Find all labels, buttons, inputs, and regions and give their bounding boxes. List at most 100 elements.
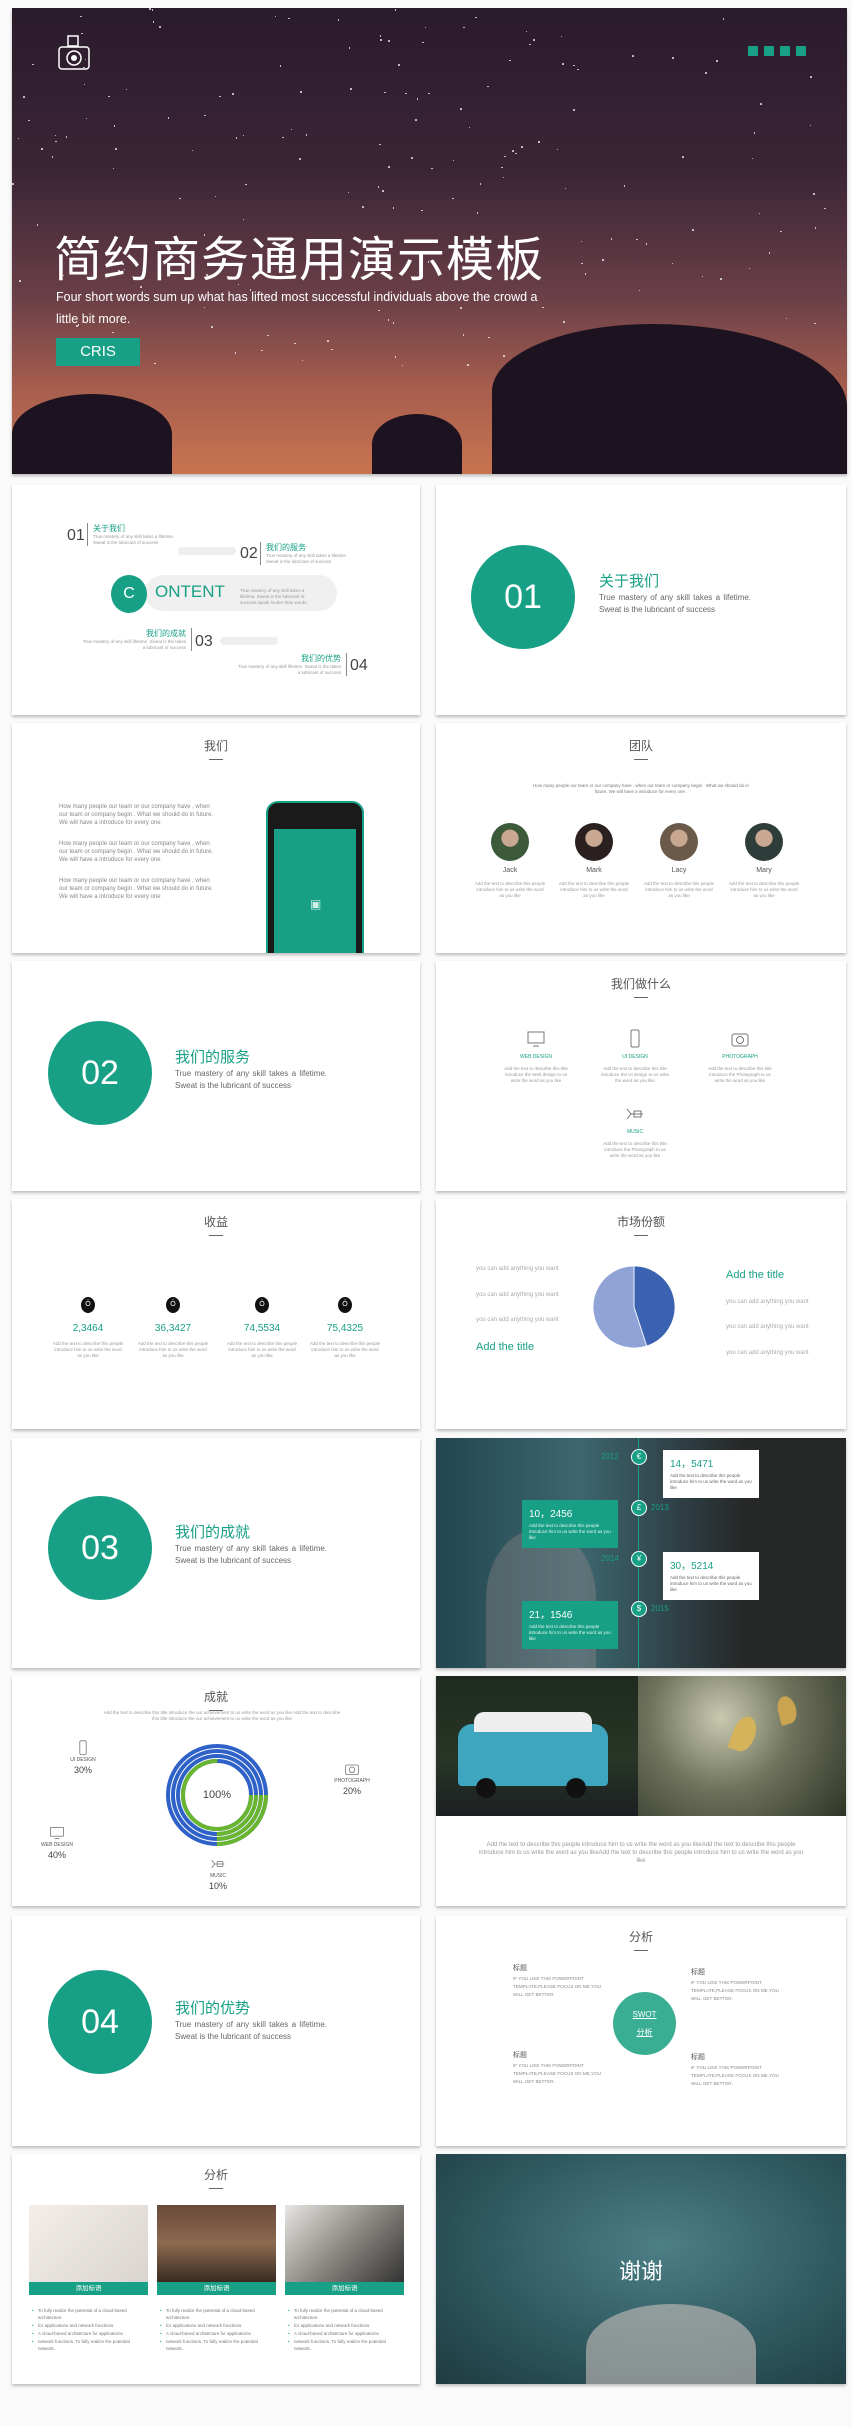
bullet-item: • To fully realize the potential of a clo… bbox=[288, 2308, 383, 2320]
star bbox=[529, 43, 531, 46]
star bbox=[362, 206, 364, 208]
section-slide-04[interactable]: 04 我们的优势 True mastery of any skill takes… bbox=[12, 1916, 420, 2146]
swot-label: 分析 bbox=[636, 2027, 653, 2037]
timeline-value: 14，5471 bbox=[670, 1459, 714, 1470]
revenue-value: 36,3427 bbox=[154, 1323, 192, 1334]
timeline-card: 21，1546 Add the text to describe this pe… bbox=[522, 1601, 618, 1649]
slide-title: 分析 bbox=[12, 2166, 420, 2189]
star bbox=[538, 141, 540, 143]
item-number: 01 bbox=[67, 527, 85, 544]
thanks-slide[interactable]: 谢谢 bbox=[436, 2154, 846, 2384]
bullet-item: • network functions. To fully realize the… bbox=[288, 2339, 386, 2351]
card-bullets: • To fully realize the potential of a clo… bbox=[32, 2307, 144, 2353]
gallery-slide[interactable]: Add the text to describe this people int… bbox=[436, 1676, 846, 1906]
avatar bbox=[660, 823, 698, 861]
star bbox=[234, 352, 237, 354]
star bbox=[382, 190, 384, 192]
currency-icon: $ bbox=[631, 1601, 647, 1617]
star bbox=[476, 212, 479, 214]
section-slide-03[interactable]: 03 我们的成就 True mastery of any skill takes… bbox=[12, 1438, 420, 1668]
monitor-icon bbox=[50, 1827, 64, 1839]
star bbox=[179, 197, 181, 200]
contents-slide[interactable]: 01 关于我们 True mastery of any skill takes a… bbox=[12, 485, 420, 715]
team-slide[interactable]: 团队 How many people our team or our compa… bbox=[436, 723, 846, 953]
star bbox=[584, 273, 587, 275]
monitor-icon bbox=[527, 1031, 545, 1047]
star bbox=[824, 207, 826, 210]
card-label[interactable]: 添加标语 bbox=[157, 2282, 276, 2295]
revenue-desc: Add the text to describe this people int… bbox=[226, 1341, 298, 1358]
star bbox=[54, 134, 57, 137]
services-slide[interactable]: 我们做什么 WEB DESIGN Add the text to describ… bbox=[436, 961, 846, 1191]
star bbox=[809, 124, 812, 127]
star bbox=[337, 19, 340, 21]
star bbox=[282, 136, 284, 139]
achieve-label: UI DESIGN bbox=[70, 1757, 96, 1763]
star bbox=[504, 155, 506, 158]
cris-button[interactable]: CRIS bbox=[56, 338, 140, 366]
section-number-circle: 02 bbox=[48, 1021, 152, 1125]
star bbox=[167, 117, 170, 119]
cover-title: 简约商务通用演示模板 bbox=[54, 232, 545, 288]
star bbox=[810, 76, 812, 78]
service-desc: Add the text to describe this title intr… bbox=[603, 1141, 667, 1158]
star bbox=[112, 167, 115, 170]
market-share-slide[interactable]: 市场份额 you can add anything you want you c… bbox=[436, 1199, 846, 1429]
member-name: Lacy bbox=[671, 867, 687, 874]
star bbox=[214, 195, 217, 198]
star bbox=[384, 91, 386, 94]
star bbox=[80, 15, 82, 18]
swot-slide[interactable]: 分析 SWOT 分析 标题 IF YOU LIKE THIS POWERPOIN… bbox=[436, 1916, 846, 2146]
star bbox=[645, 243, 648, 245]
member-name: Mark bbox=[586, 867, 602, 874]
thanks-title: 谢谢 bbox=[618, 2259, 663, 2284]
star bbox=[501, 166, 503, 169]
star bbox=[300, 91, 302, 93]
star bbox=[274, 15, 277, 18]
section-slide-02[interactable]: 02 我们的服务 True mastery of any skill takes… bbox=[12, 961, 420, 1191]
star bbox=[814, 322, 816, 325]
swot-text: IF YOU LIKE THIS POWERPOINT TEMPLATE,PLE… bbox=[691, 2065, 779, 2086]
item-number: 03 bbox=[195, 633, 213, 650]
card-photo bbox=[157, 2205, 276, 2282]
section-slide-01[interactable]: 01 关于我们 True mastery of any skill takes … bbox=[436, 485, 846, 715]
item-desc: True mastery of any skill lifetime. Swea… bbox=[237, 664, 341, 675]
star bbox=[421, 209, 423, 212]
item-title: 关于我们 bbox=[93, 524, 125, 533]
bullet-item: • A cloud-based architecture for applicat… bbox=[32, 2331, 123, 2336]
star bbox=[638, 289, 641, 292]
card-label[interactable]: 添加标语 bbox=[285, 2282, 404, 2295]
four-squares-icon[interactable] bbox=[748, 46, 806, 56]
timeline-desc: Add the text to describe this people int… bbox=[529, 1624, 611, 1641]
star bbox=[388, 40, 390, 42]
market-text: you can add anything you want bbox=[476, 1266, 559, 1272]
star bbox=[768, 252, 771, 254]
achievements-slide[interactable]: 成就 Add the text to describe this title i… bbox=[12, 1676, 420, 1906]
star bbox=[602, 259, 604, 261]
revenue-slide[interactable]: 收益 Ö 2,3464 Add the text to describe thi… bbox=[12, 1199, 420, 1429]
star bbox=[502, 176, 505, 179]
achieve-label: MUSIC bbox=[209, 1873, 227, 1879]
star bbox=[65, 136, 68, 138]
revenue-value: 75,4325 bbox=[326, 1323, 364, 1334]
star bbox=[632, 55, 634, 57]
star bbox=[204, 114, 206, 117]
about-paragraph: How many people our team or our company … bbox=[59, 878, 214, 900]
service-label: MUSIC bbox=[626, 1129, 644, 1135]
timeline-value: 10，2456 bbox=[529, 1509, 573, 1520]
star bbox=[467, 364, 469, 366]
cover-slide[interactable]: 简约商务通用演示模板 Four short words sum up what … bbox=[12, 8, 847, 474]
market-left-title: Add the title bbox=[476, 1341, 535, 1353]
star bbox=[521, 146, 523, 148]
timeline-desc: Add the text to describe this people int… bbox=[670, 1473, 752, 1490]
phone-icon bbox=[630, 1029, 640, 1048]
star bbox=[452, 197, 454, 200]
about-slide[interactable]: 我们 How many people our team or our compa… bbox=[12, 723, 420, 953]
achieve-desc: Add the text to describe this title intr… bbox=[103, 1710, 341, 1721]
star bbox=[533, 39, 535, 41]
analysis-slide[interactable]: 分析 添加标语 • To fully realize the potential … bbox=[12, 2154, 420, 2384]
van-photo bbox=[436, 1676, 638, 1816]
timeline-slide[interactable]: € 2012 14，5471 Add the text to describe … bbox=[436, 1438, 846, 1668]
card-label[interactable]: 添加标语 bbox=[29, 2282, 148, 2295]
avatar bbox=[575, 823, 613, 861]
